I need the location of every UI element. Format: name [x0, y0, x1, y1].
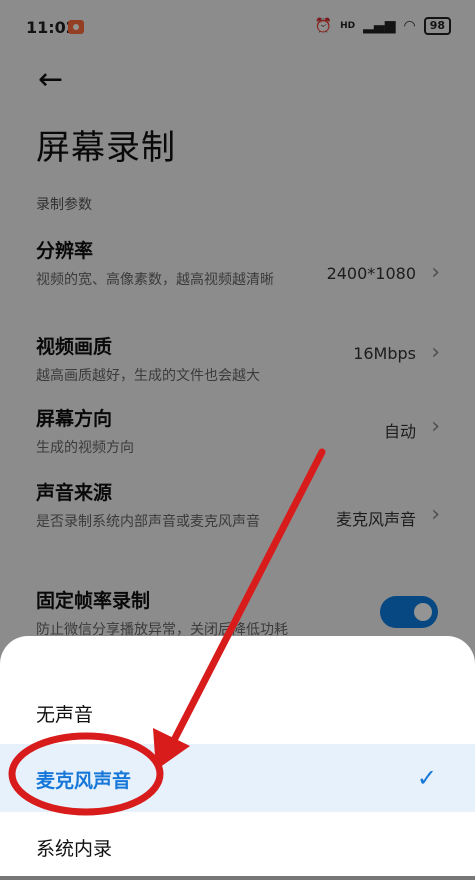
annotation-overlay: [8, 448, 326, 816]
annotation-arrow-line: [166, 448, 326, 752]
annotation-circle: [8, 732, 164, 816]
